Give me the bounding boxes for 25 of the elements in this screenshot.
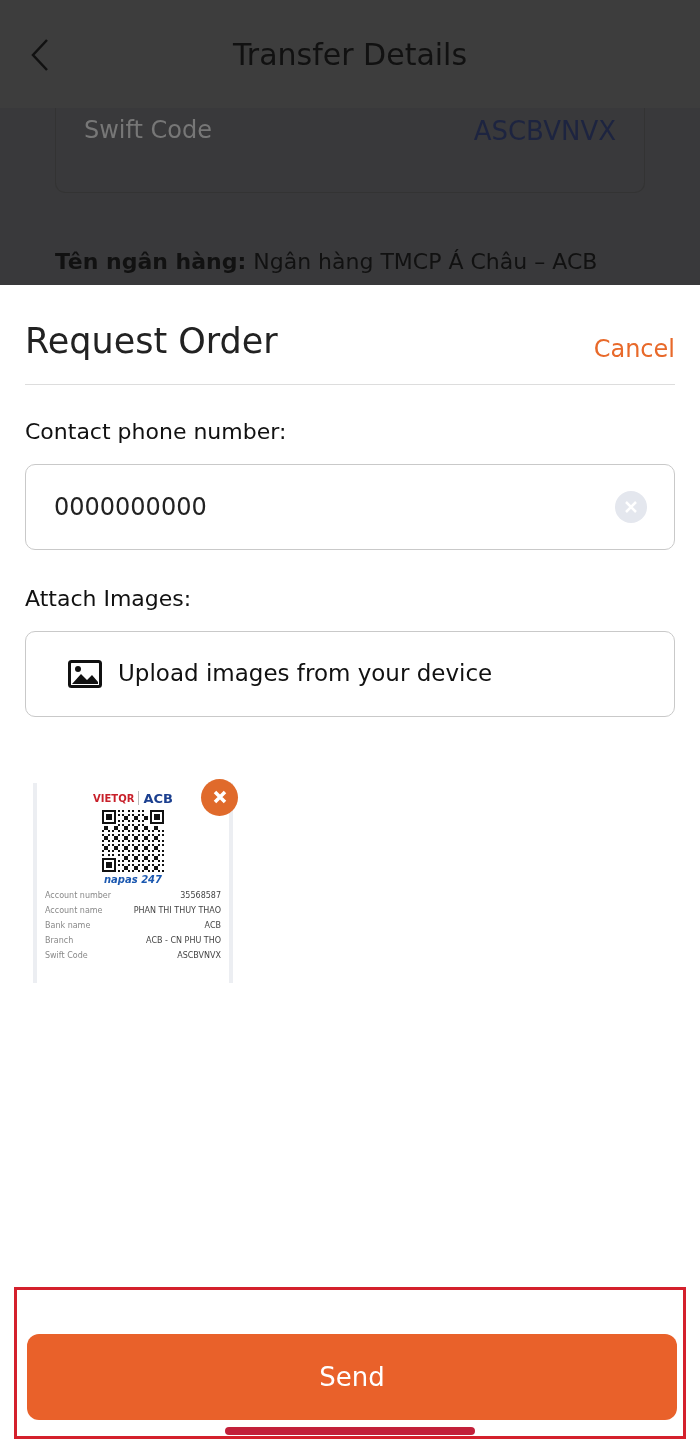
detail-label: Account number [45, 890, 112, 902]
detail-value: ACB - CN PHU THO [146, 935, 221, 947]
clear-icon[interactable] [615, 490, 647, 523]
back-icon[interactable] [30, 38, 50, 72]
detail-label: Branch [45, 935, 74, 947]
field-label: Attach Images: [25, 584, 193, 613]
divider-line [138, 791, 140, 806]
field-label: Contact phone number: [25, 417, 288, 446]
qr-code-drawing [102, 810, 164, 872]
logo-text: napas 247 [102, 873, 164, 887]
detail-value: ASCBVNVX [177, 950, 221, 962]
upload-button[interactable]: Upload images from your device [25, 630, 675, 717]
field-label: Swift Code [84, 115, 213, 146]
logo-text: VIETQR [93, 791, 135, 806]
logo-text: ACB [143, 789, 173, 808]
detail-value: PHAN THI THUY THAO [133, 905, 221, 917]
detail-value: 35568587 [180, 890, 221, 902]
image-icon [68, 659, 102, 688]
detail-label: Account name [45, 905, 103, 917]
phone-field[interactable]: 0000000000 [25, 463, 675, 550]
detail-label: Bank name [45, 920, 91, 932]
detail-value: ACB [204, 920, 221, 932]
detail-label: Swift Code [45, 950, 88, 962]
remove-icon[interactable] [201, 778, 238, 816]
sheet-title: Request Order [25, 320, 278, 363]
